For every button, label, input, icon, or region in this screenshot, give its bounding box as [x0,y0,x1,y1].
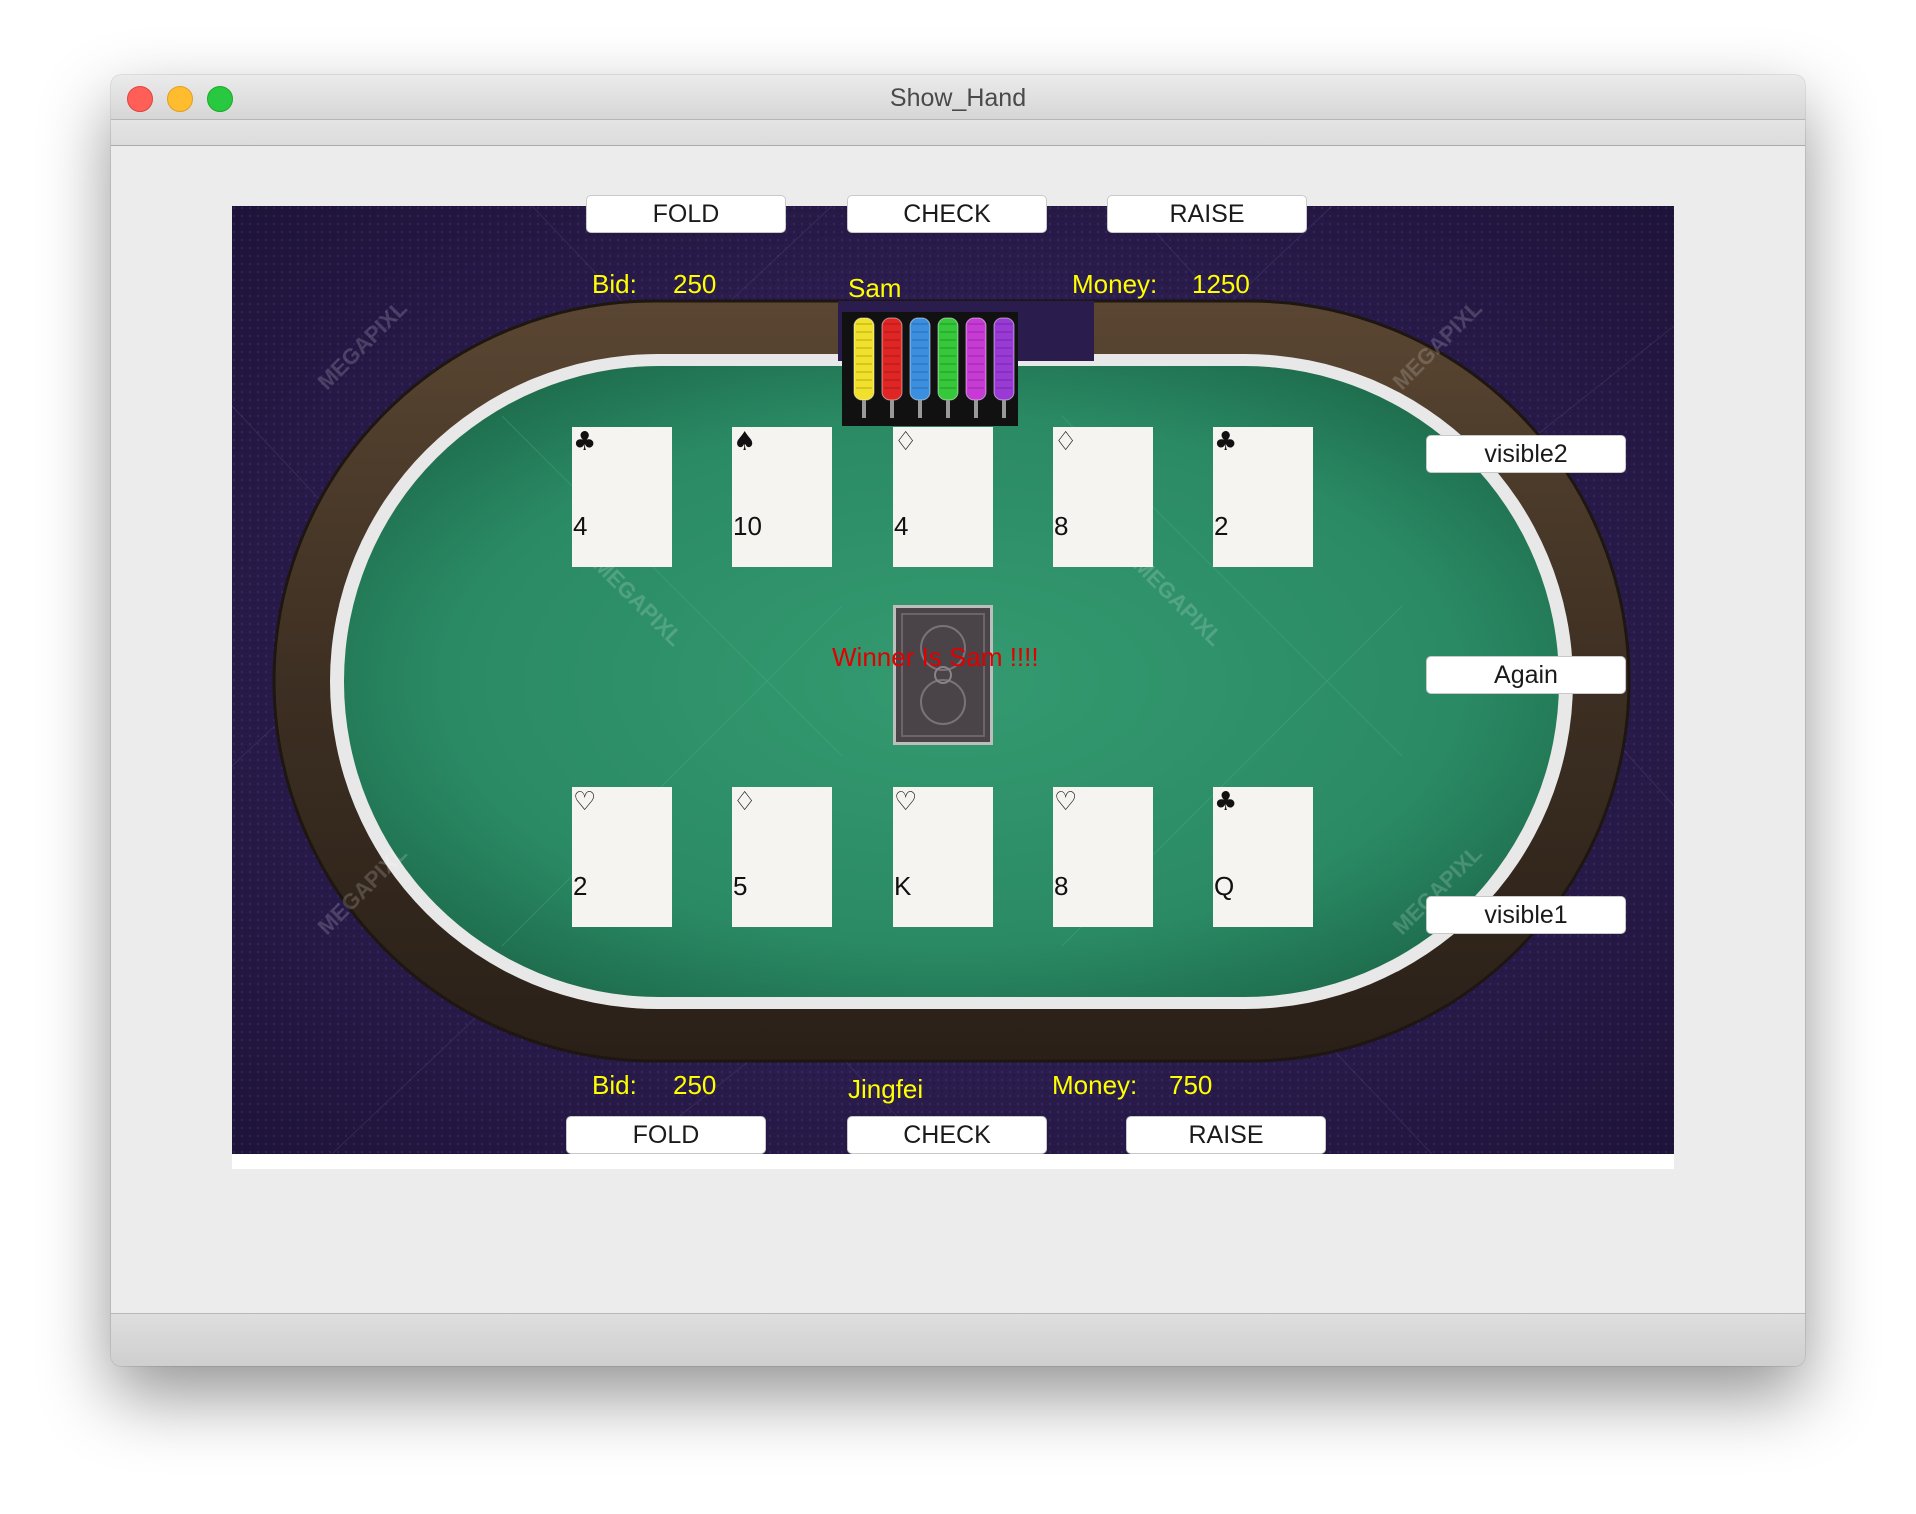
card-rank: 4 [573,511,588,541]
bottom-player-name: Jingfei [848,1074,924,1104]
again-button[interactable]: Again [1426,656,1626,694]
card-suit-icon: ♡ [573,787,597,817]
card-deck [893,605,993,745]
game-canvas: MEGAPIXL MEGAPIXL MEGAPIXL MEGAPIXL MEGA… [232,195,1674,1169]
card-rank: 2 [1214,511,1229,541]
bottom-player-card-2[interactable]: ♢ 5 [732,787,832,927]
card-rank: 4 [894,511,909,541]
bottom-player-card-4[interactable]: ♡ 8 [1053,787,1153,927]
bottom-money-value: 750 [1169,1070,1213,1100]
bottom-raise-button[interactable]: RAISE [1126,1116,1326,1154]
bottom-fold-button[interactable]: FOLD [566,1116,766,1154]
bottom-money-label: Money: [1052,1070,1138,1100]
top-money-label: Money: [1072,269,1158,299]
card-rank: Q [1214,871,1235,901]
visible2-button[interactable]: visible2 [1426,435,1626,473]
card-suit-icon: ♡ [894,787,918,817]
top-player-card-5[interactable]: ♣ 2 [1213,427,1313,567]
top-player-card-2[interactable]: ♠ 10 [732,427,832,567]
top-fold-button[interactable]: FOLD [586,195,786,233]
card-suit-icon: ♡ [1054,787,1078,817]
card-suit-icon: ♣ [573,427,597,457]
top-bid-label: Bid: [592,269,637,299]
card-back-pattern [901,613,985,737]
bottom-check-button[interactable]: CHECK [847,1116,1047,1154]
app-window: Show_Hand MEGAPIXL MEGAPIXL MEGAPIXL MEG… [111,75,1805,1366]
top-money-value: 1250 [1192,269,1250,299]
top-raise-button[interactable]: RAISE [1107,195,1307,233]
card-suit-icon: ♢ [1054,427,1078,457]
top-player-card-3[interactable]: ♢ 4 [893,427,993,567]
winner-message: Winner Is Sam !!!! [832,642,1039,672]
top-player-card-1[interactable]: ♣ 4 [572,427,672,567]
card-rank: 8 [1054,511,1069,541]
card-rank: 8 [1054,871,1069,901]
top-check-button[interactable]: CHECK [847,195,1047,233]
card-suit-icon: ♢ [733,787,757,817]
bottom-player-card-3[interactable]: ♡ K [893,787,993,927]
card-rank: K [894,871,912,901]
card-suit-icon: ♣ [1214,427,1238,457]
top-bid-value: 250 [673,269,717,299]
window-statusbar [111,1313,1805,1366]
window-title: Show_Hand [889,84,1027,112]
card-suit-icon: ♣ [1214,787,1238,817]
bottom-player-card-5[interactable]: ♣ Q [1213,787,1313,927]
top-player-name: Sam [848,273,902,303]
card-suit-icon: ♠ [733,427,757,457]
bottom-bid-value: 250 [673,1070,717,1100]
top-player-card-4[interactable]: ♢ 8 [1053,427,1153,567]
bottom-player-card-1[interactable]: ♡ 2 [572,787,672,927]
bottom-bid-label: Bid: [592,1070,637,1100]
visible1-button[interactable]: visible1 [1426,896,1626,934]
title-bar[interactable]: Show_Hand [111,75,1805,120]
card-rank: 10 [733,511,762,541]
window-toolbar [111,120,1805,146]
card-suit-icon: ♢ [894,427,918,457]
card-rank: 5 [733,871,748,901]
card-rank: 2 [573,871,588,901]
